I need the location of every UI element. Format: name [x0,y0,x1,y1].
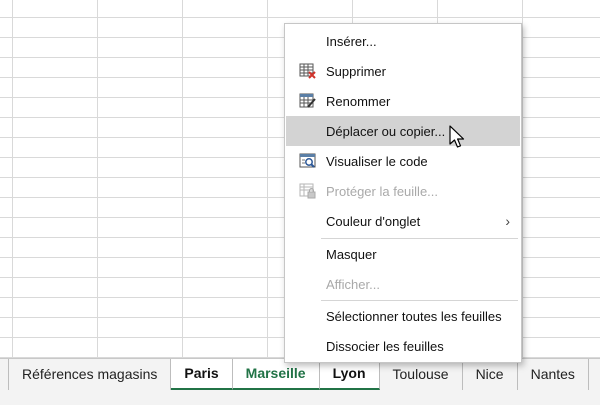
menu-item-label: Supprimer [326,64,386,79]
menu-item-deplacer-ou-copier[interactable]: Déplacer ou copier... [286,116,520,146]
menu-item-label: Masquer [326,247,377,262]
menu-item-label: Protéger la feuille... [326,184,439,199]
sheet-tab-marseille[interactable]: Marseille [232,359,320,390]
mouse-pointer-icon [449,125,467,151]
sheet-tab-references-magasins[interactable]: Références magasins [8,359,172,390]
sheet-tab-toulouse[interactable]: Toulouse [379,359,463,390]
sheet-tab-nantes[interactable]: Nantes [517,359,589,390]
menu-item-proteger-la-feuille: Protéger la feuille... [286,176,520,206]
menu-item-afficher: Afficher... [286,269,520,299]
submenu-chevron-right-icon: › [505,213,510,229]
sheet-context-menu: Insérer... Supprimer Renommer Déplacer o… [284,23,522,363]
delete-sheet-icon [299,62,317,80]
view-code-icon [299,152,317,170]
menu-item-label: Dissocier les feuilles [326,339,444,354]
menu-item-visualiser-le-code[interactable]: Visualiser le code [286,146,520,176]
sheet-tab-paris[interactable]: Paris [171,359,233,390]
menu-item-label: Renommer [326,94,391,109]
sheet-tab-bar: Références magasins Paris Marseille Lyon… [0,358,600,405]
menu-item-masquer[interactable]: Masquer [286,239,520,269]
menu-item-label: Afficher... [326,277,380,292]
protect-sheet-icon [299,182,317,200]
menu-item-renommer[interactable]: Renommer [286,86,520,116]
menu-item-supprimer[interactable]: Supprimer [286,56,520,86]
menu-item-label: Visualiser le code [326,154,428,169]
menu-item-dissocier-les-feuilles[interactable]: Dissocier les feuilles [286,331,520,361]
menu-item-inserer[interactable]: Insérer... [286,26,520,56]
sheet-tabs: Références magasins Paris Marseille Lyon… [8,359,589,391]
sheet-tab-nice[interactable]: Nice [462,359,518,390]
menu-item-label: Sélectionner toutes les feuilles [326,309,502,324]
menu-item-label: Déplacer ou copier... [326,124,446,139]
menu-item-label: Couleur d'onglet [326,214,421,229]
sheet-tab-lyon[interactable]: Lyon [319,359,380,390]
menu-item-label: Insérer... [326,34,377,49]
menu-item-couleur-d-onglet[interactable]: Couleur d'onglet › [286,206,520,236]
rename-sheet-icon [299,92,317,110]
menu-item-selectionner-toutes-les-feuilles[interactable]: Sélectionner toutes les feuilles [286,301,520,331]
